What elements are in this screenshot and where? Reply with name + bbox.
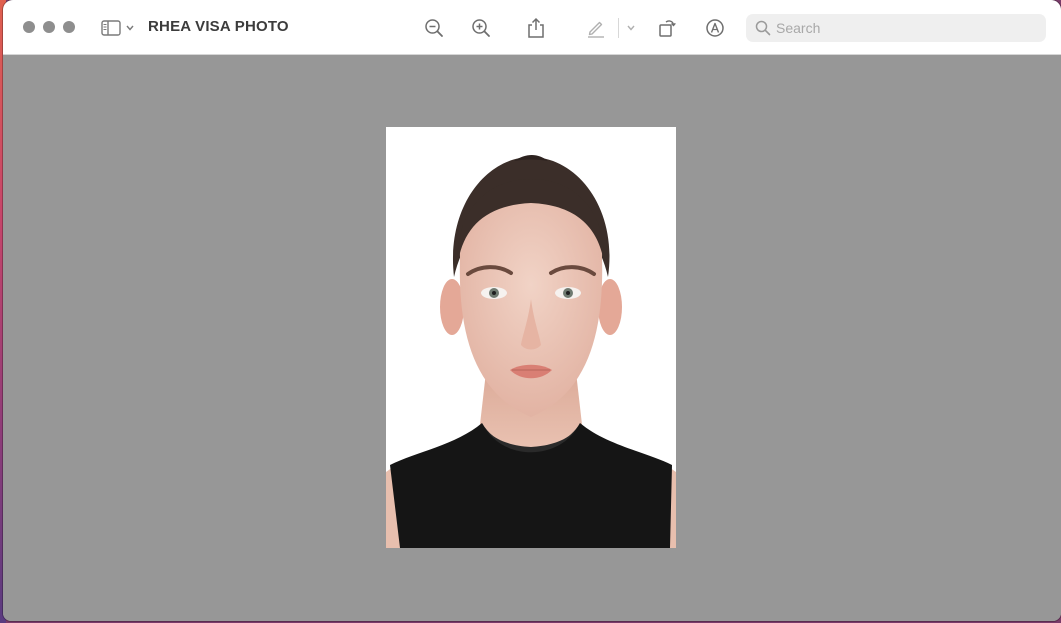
sidebar-toggle-button[interactable] [101, 18, 137, 38]
share-icon [528, 17, 544, 38]
zoom-in-icon [472, 19, 490, 37]
sidebar-icon [101, 20, 121, 36]
close-window-button[interactable] [23, 21, 35, 33]
zoom-in-button[interactable] [469, 16, 493, 40]
passport-photo [386, 127, 676, 548]
rotate-button[interactable] [655, 16, 679, 40]
underlying-window-text [368, 615, 372, 621]
search-field[interactable] [746, 14, 1046, 42]
zoom-out-icon [425, 19, 443, 37]
portrait-image [386, 127, 676, 548]
rotate-icon [659, 20, 676, 37]
preview-window: RHEA VISA PHOTO [3, 0, 1061, 621]
chevron-down-icon [126, 25, 134, 31]
pencil-icon [588, 21, 604, 38]
chevron-down-icon [627, 25, 635, 31]
minimize-window-button[interactable] [43, 21, 55, 33]
markup-button[interactable] [703, 16, 727, 40]
zoom-out-button[interactable] [422, 16, 446, 40]
markup-icon [706, 19, 724, 37]
toolbar: RHEA VISA PHOTO [3, 0, 1061, 55]
highlight-menu-button[interactable] [619, 16, 643, 40]
highlight-button[interactable] [584, 16, 608, 40]
zoom-window-button[interactable] [63, 21, 75, 33]
search-input[interactable] [776, 14, 1036, 42]
search-icon [755, 20, 771, 36]
share-button[interactable] [524, 16, 548, 40]
document-view[interactable] [3, 55, 1061, 621]
document-title: RHEA VISA PHOTO [148, 18, 289, 35]
